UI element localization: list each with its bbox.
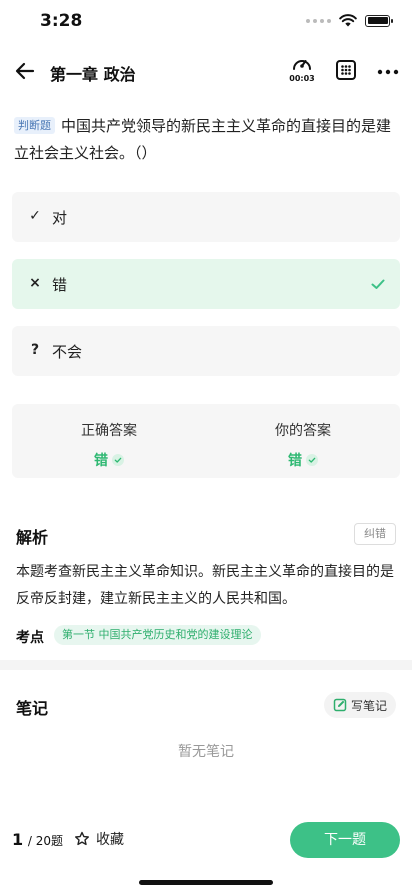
option-label: 错	[52, 276, 68, 294]
key-point-label: 考点	[16, 630, 44, 646]
edit-icon	[333, 698, 347, 712]
question-type-tag: 判断题	[14, 117, 55, 134]
notes-title: 笔记	[16, 699, 49, 718]
option-label: 对	[52, 209, 68, 227]
correct-answer: 正确答案 错	[12, 420, 206, 470]
status-time: 3:28	[40, 11, 83, 31]
correct-answer-title: 正确答案	[81, 423, 137, 439]
favorite-label: 收藏	[96, 832, 124, 848]
back-arrow-icon[interactable]	[12, 58, 38, 84]
question-counter[interactable]: 1 / 20题	[12, 830, 63, 849]
question-text: 判断题 中国共产党领导的新民主主义革命的直接目的是建立社会主义社会。（）	[14, 113, 400, 167]
bottom-bar: 1 / 20题 收藏 下一题	[0, 815, 412, 865]
empty-notes-text: 暂无笔记	[178, 744, 234, 760]
write-note-button[interactable]: 写笔记	[324, 692, 396, 718]
answer-sheet-icon[interactable]	[334, 58, 358, 82]
your-answer-title: 你的答案	[275, 423, 331, 439]
speedometer-icon	[293, 60, 311, 70]
your-answer-value-row: 错	[206, 450, 400, 470]
correct-check-icon	[371, 279, 385, 289]
status-icons	[306, 14, 393, 27]
total-questions: / 20题	[27, 834, 64, 848]
analysis-text: 本题考查新民主主义革命知识。新民主主义革命的直接目的是反帝反封建，建立新民主主义…	[16, 564, 394, 607]
option-true[interactable]: ✓ 对	[12, 192, 400, 242]
signal-icon	[306, 18, 331, 23]
battery-icon	[365, 14, 393, 27]
home-indicator	[139, 880, 273, 885]
more-icon[interactable]	[376, 60, 400, 84]
small-check-icon	[112, 454, 124, 466]
question-body: 中国共产党领导的新民主主义革命的直接目的是建立社会主义社会。（）	[14, 117, 392, 162]
next-question-button[interactable]: 下一题	[290, 822, 400, 858]
star-icon	[75, 831, 89, 846]
cross-mark-icon: ×	[29, 275, 41, 291]
current-question-number: 1	[12, 830, 24, 849]
correct-answer-value: 错	[94, 453, 108, 469]
favorite-button[interactable]: 收藏	[74, 829, 124, 849]
report-error-button[interactable]: 纠错	[354, 523, 396, 545]
analysis-title: 解析	[16, 528, 49, 547]
answer-card: 正确答案 错 你的答案 错	[12, 404, 400, 478]
option-false[interactable]: × 错	[12, 259, 400, 309]
section-divider	[0, 660, 412, 670]
question-mark-icon: ?	[30, 342, 40, 358]
timer-text: 00:03	[289, 74, 315, 83]
option-label: 不会	[52, 343, 83, 361]
key-point-chip[interactable]: 第一节 中国共产党历史和党的建设理论	[54, 625, 261, 645]
wifi-icon	[339, 14, 357, 27]
check-mark-icon: ✓	[29, 208, 41, 224]
small-check-icon	[306, 454, 318, 466]
status-bar: 3:28	[0, 0, 412, 44]
correct-answer-value-row: 错	[12, 450, 206, 470]
timer-button[interactable]: 00:03	[286, 54, 318, 90]
write-note-label: 写笔记	[350, 698, 387, 713]
your-answer-value: 错	[288, 453, 302, 469]
option-unknown[interactable]: ? 不会	[12, 326, 400, 376]
page-title: 第一章 政治	[50, 65, 136, 84]
your-answer: 你的答案 错	[206, 420, 400, 470]
nav-bar: 第一章 政治 00:03	[0, 48, 412, 96]
